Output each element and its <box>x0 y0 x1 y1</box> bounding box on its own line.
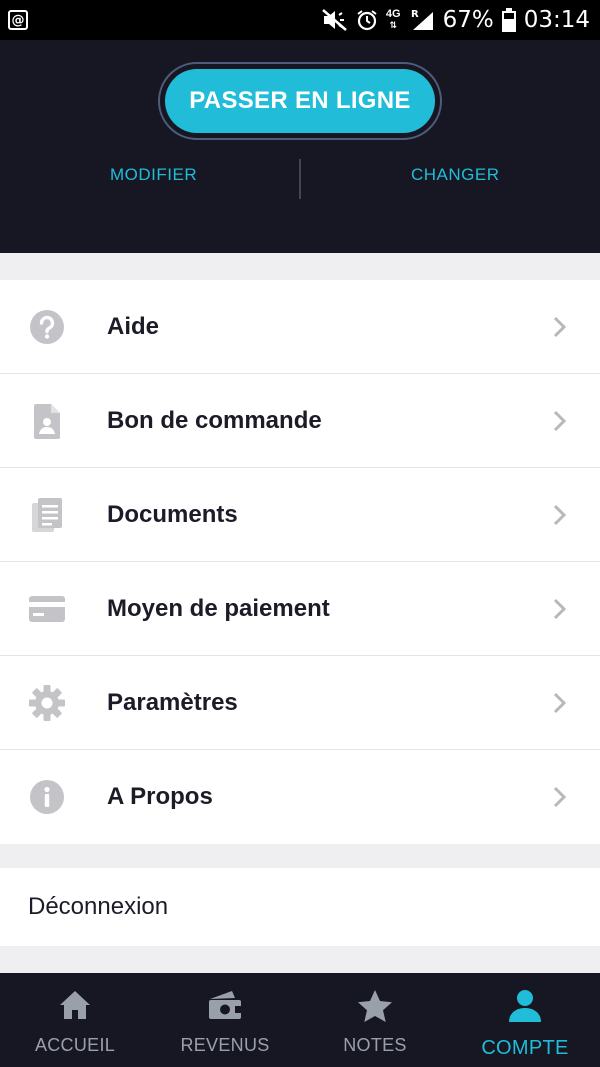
logout-label: Déconnexion <box>28 893 169 920</box>
nav-label: COMPTE <box>481 1037 569 1059</box>
person-icon <box>505 989 545 1025</box>
header-divider <box>299 159 301 199</box>
logout-button[interactable]: Déconnexion <box>0 868 600 946</box>
chevron-right-icon <box>553 504 567 526</box>
help-icon <box>28 308 66 346</box>
nav-tab-accueil[interactable]: ACCUEIL <box>0 973 150 1067</box>
menu-item-aide[interactable]: Aide <box>0 280 600 374</box>
menu-item-label: Bon de commande <box>107 406 322 434</box>
change-link[interactable]: CHANGER <box>411 165 500 185</box>
nav-tab-revenus[interactable]: REVENUS <box>150 973 300 1067</box>
wallet-icon <box>205 989 245 1025</box>
alarm-icon <box>357 10 377 31</box>
nav-label: REVENUS <box>180 1035 270 1055</box>
credit-card-icon <box>28 590 66 628</box>
menu-item-a-propos[interactable]: A Propos <box>0 750 600 844</box>
gear-icon <box>28 684 66 722</box>
account-header: PASSER EN LIGNE MODIFIER CHANGER <box>0 40 600 253</box>
menu-item-parametres[interactable]: Paramètres <box>0 656 600 750</box>
menu-item-label: Moyen de paiement <box>107 594 330 622</box>
svg-text:R: R <box>411 9 419 20</box>
info-icon <box>28 778 66 816</box>
menu-item-label: Aide <box>107 312 160 340</box>
clock: 03:14 <box>523 7 590 33</box>
chevron-right-icon <box>553 598 567 620</box>
chevron-right-icon <box>553 316 567 338</box>
menu-item-label: A Propos <box>107 783 213 810</box>
account-menu: Aide Bon de commande Documents Moyen de … <box>0 280 600 844</box>
bottom-navigation: ACCUEIL REVENUS NOTES COMPTE <box>0 973 600 1067</box>
menu-item-moyen-de-paiement[interactable]: Moyen de paiement <box>0 562 600 656</box>
at-icon: @ <box>8 10 28 30</box>
document-person-icon <box>28 402 66 440</box>
menu-item-label: Documents <box>107 500 238 528</box>
chevron-right-icon <box>553 410 567 432</box>
home-icon <box>55 989 95 1025</box>
battery-percentage: 67% <box>442 7 494 33</box>
go-online-label: PASSER EN LIGNE <box>165 69 435 133</box>
menu-item-documents[interactable]: Documents <box>0 468 600 562</box>
battery-icon <box>501 8 516 32</box>
nav-tab-notes[interactable]: NOTES <box>300 973 450 1067</box>
star-icon <box>355 989 395 1025</box>
signal-icon: R <box>411 9 433 30</box>
nav-tab-compte[interactable]: COMPTE <box>450 973 600 1067</box>
go-online-button[interactable]: PASSER EN LIGNE <box>158 62 442 140</box>
documents-icon <box>28 496 66 534</box>
mute-icon <box>322 9 347 31</box>
chevron-right-icon <box>553 786 567 808</box>
modify-link[interactable]: MODIFIER <box>110 165 197 185</box>
chevron-right-icon <box>553 692 567 714</box>
status-bar: @ 4G ⇅ R 67% 03:14 <box>0 0 600 40</box>
network-indicator: 4G ⇅ <box>385 8 401 31</box>
menu-item-bon-de-commande[interactable]: Bon de commande <box>0 374 600 468</box>
menu-item-label: Paramètres <box>107 688 238 716</box>
nav-label: ACCUEIL <box>34 1035 116 1055</box>
nav-label: NOTES <box>343 1035 407 1055</box>
